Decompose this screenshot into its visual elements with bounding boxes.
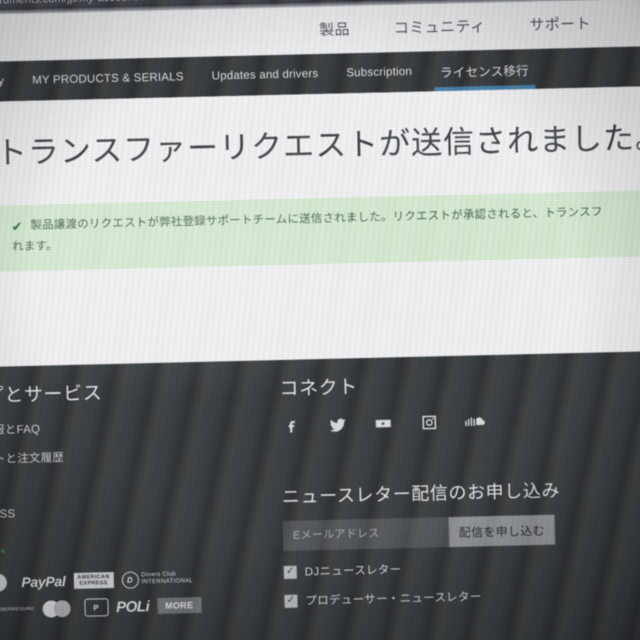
subnav-item-subscription[interactable]: Subscription [344,52,415,94]
soundcloud-icon[interactable] [464,410,487,433]
newsletter-email-input[interactable] [282,517,450,551]
footer-link-my-account-orders[interactable]: アカウントと注文履歴 [0,445,247,468]
footer-connect-heading: コネクト [279,377,359,401]
facebook-icon[interactable] [280,415,303,438]
topnav-item-products[interactable]: 製品 [319,18,350,40]
poli-icon: POLi [115,597,150,616]
success-alert: ✔ 製品譲渡のリクエストが弊社登録サポートチームに送信されました。リクエストが承… [0,190,640,272]
subnav-item-history[interactable]: tory [0,61,7,102]
payment-methods-row-1: SA PayPal AMERICAN EXPRESS D Diners Club… [0,568,250,593]
diners-line1: Diners Club [141,571,177,579]
instagram-icon[interactable] [418,411,441,434]
newsletter-submit-button[interactable]: 配信を申し込む [448,514,556,548]
social-links [280,407,620,437]
main-content: トランスファーリクエストが送信されました。 ✔ 製品譲渡のリクエストが弊社登録サ… [0,85,640,368]
newsletter-heading: ニュースレター配信のお申し込み [281,480,561,508]
payment-methods-row-2: SOFORT ÜBERWEISUNG P POLi MORE [0,595,251,620]
sofort-icon: SOFORT ÜBERWEISUNG [0,600,34,619]
site-footer: ョップとサービス ョップ情報とFAQ アカウントと注文履歴 情報 VE ACCE… [0,350,640,640]
subnav-item-my-products-serials[interactable]: MY PRODUCTS & SERIALS [30,57,187,101]
maestro-icon [41,599,76,618]
paypal-icon: PayPal [21,573,66,591]
checkbox-checked-icon[interactable]: ✓ [283,565,297,579]
sofort-sub: ÜBERWEISUNG [0,605,35,612]
footer-shop-column: ョップとサービス ョップ情報とFAQ アカウントと注文履歴 情報 VE ACCE… [0,375,251,629]
photographed-screen: nstruments.com/jp/my-account/license-tra… [0,0,640,640]
newsletter-checkbox-dj[interactable]: ✓ DJニュースレター [283,556,624,580]
footer-link-shipping-info[interactable]: 情報 [0,474,248,497]
amex-icon: AMERICAN EXPRESS [73,571,114,590]
footer-shop-heading: ョップとサービス [0,383,103,408]
amex-line2: EXPRESS [79,580,108,587]
topnav-item-support[interactable]: サポート [529,13,591,35]
subnav-item-license-transfer[interactable]: ライセンス移行 [438,49,532,91]
topnav-item-community[interactable]: コミュニティ [394,15,486,38]
free-shipping-note: 送料無料* [0,546,6,562]
diners-line2: INTERNATIONAL [141,578,194,586]
newsletter-checkbox-producer[interactable]: ✓ プロデューサー・ニュースレター [284,585,624,609]
footer-link-native-access[interactable]: VE ACCESS [0,503,248,522]
diners-mark: D [121,570,139,589]
footer-link-shop-faq[interactable]: ョップ情報とFAQ [0,416,246,439]
subnav-item-updates-drivers[interactable]: Updates and drivers [209,54,321,97]
mastercard-icon [0,573,14,592]
checkbox-label-dj-newsletter: DJニュースレター [304,564,402,579]
poli-card-icon: P [83,598,109,617]
diners-club-icon: D Diners Club INTERNATIONAL [121,570,193,589]
twitter-icon[interactable] [326,413,349,436]
check-icon: ✔ [11,219,23,235]
more-payment-button[interactable]: MORE [156,596,202,614]
newsletter-form: 配信を申し込む [282,514,556,551]
checkbox-checked-icon[interactable]: ✓ [284,594,298,608]
footer-connect-column: コネクト ニュースレター配信のお申し込み Eメールアドレス 配信を申し込む ✓ … [279,366,624,609]
youtube-icon[interactable] [372,412,395,435]
checkbox-label-producer-newsletter: プロデューサー・ニュースレター [305,591,482,608]
page-title: トランスファーリクエストが送信されました。 [0,119,640,171]
browser-page: nstruments.com/jp/my-account/license-tra… [0,0,640,640]
